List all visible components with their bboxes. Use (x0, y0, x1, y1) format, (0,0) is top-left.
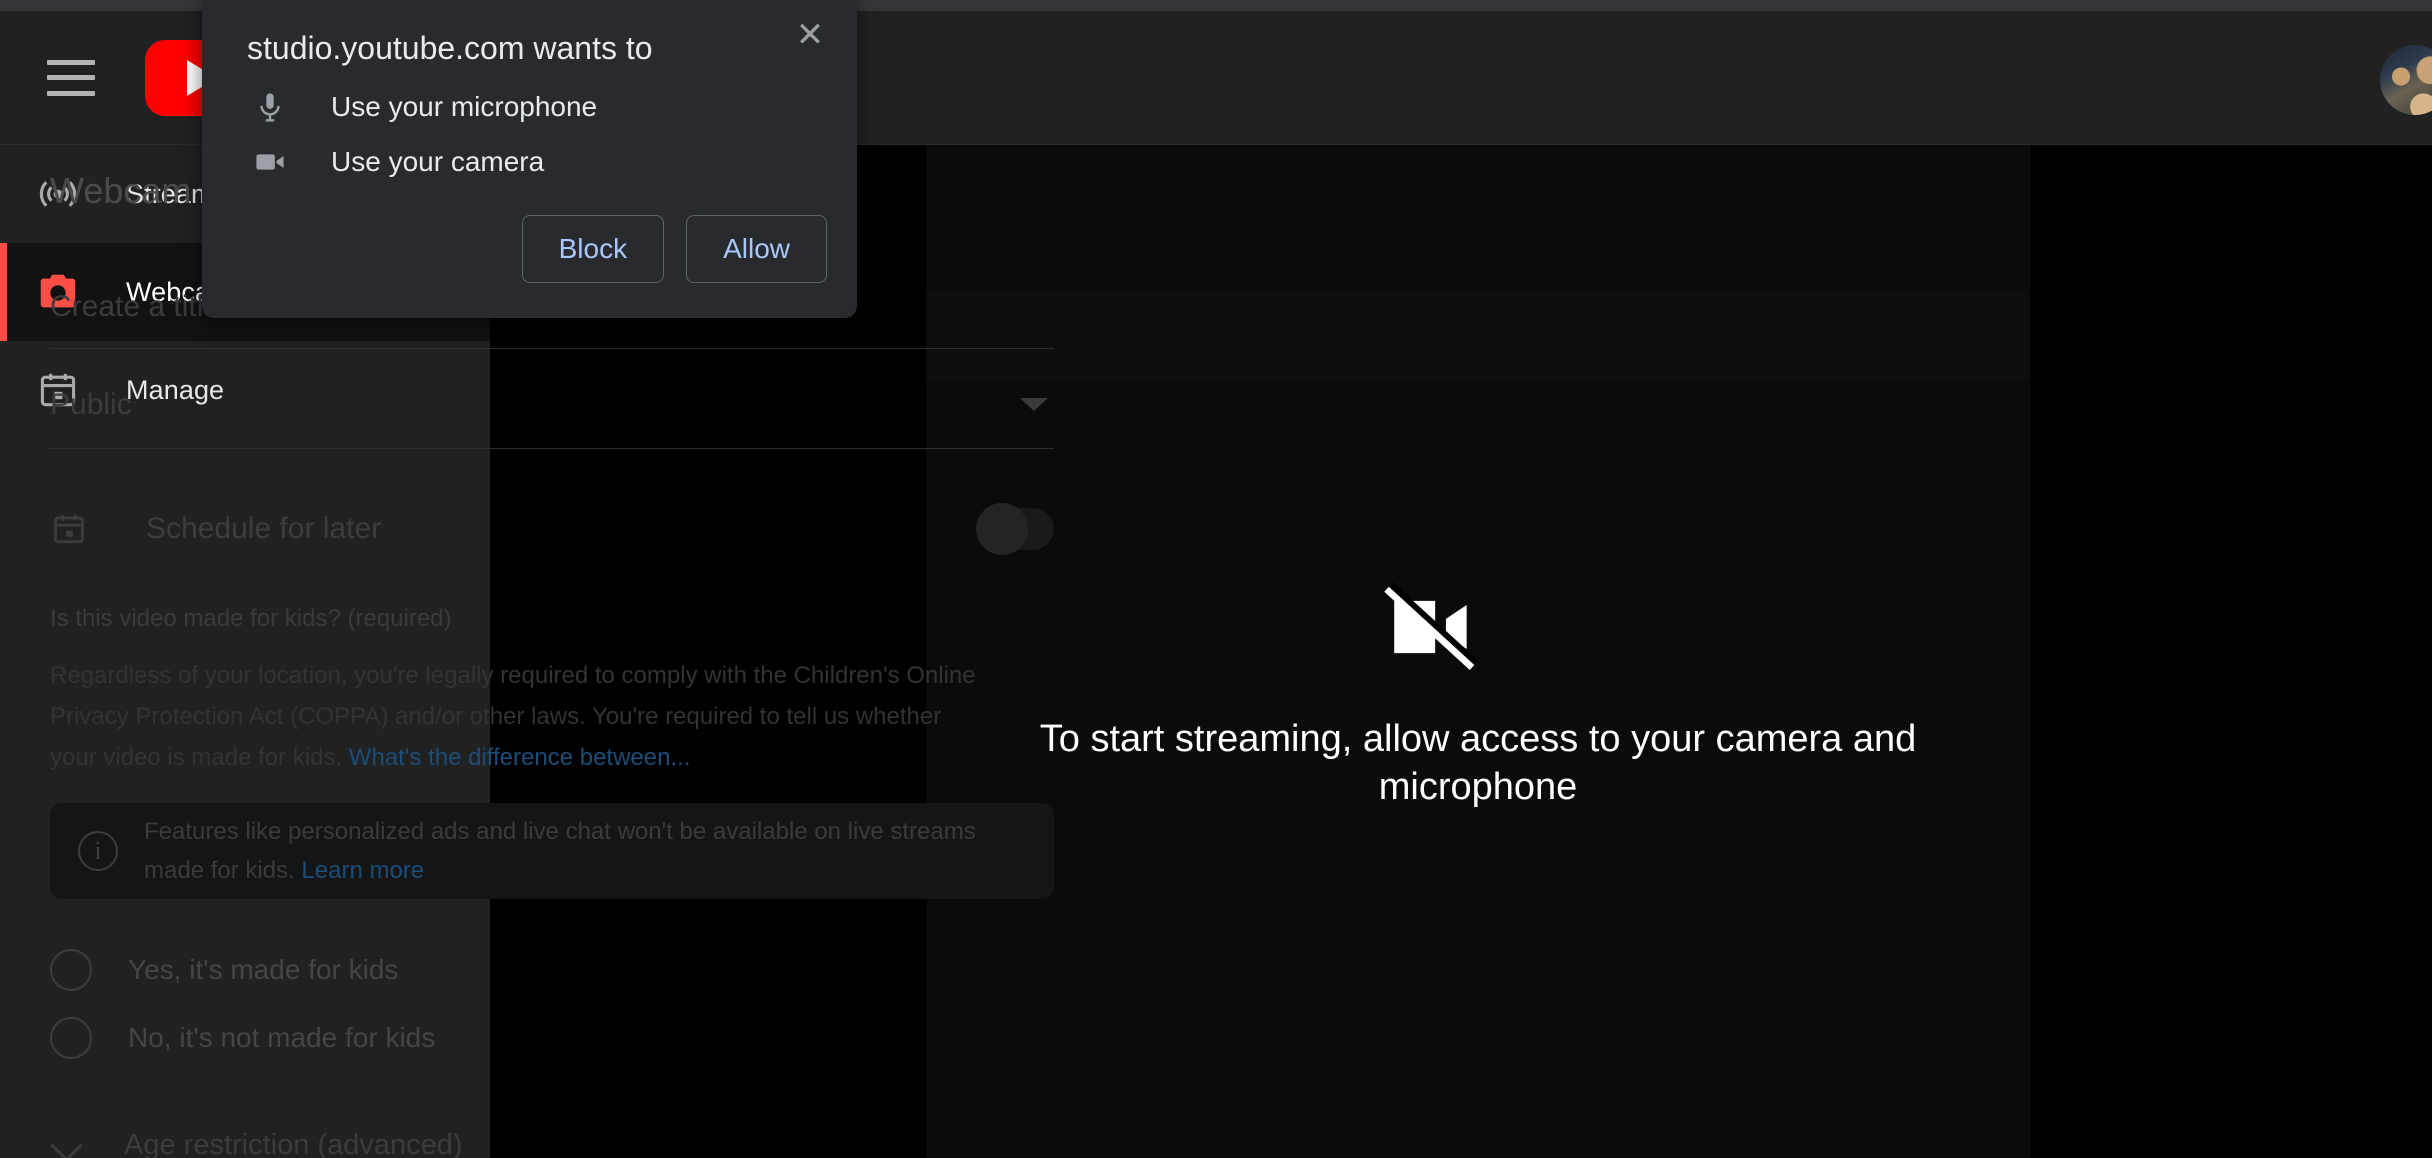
radio-made-for-kids-yes[interactable]: Yes, it's made for kids (50, 940, 950, 1000)
kids-description-line1: Regardless of your location, you're lega… (50, 662, 976, 689)
radio-made-for-kids-no[interactable]: No, it's not made for kids (50, 1008, 950, 1068)
kids-info-text: Features like personalized ads and live … (144, 812, 984, 890)
age-restriction-label: Age restriction (advanced) (124, 1128, 463, 1158)
user-avatar[interactable] (2380, 45, 2432, 115)
close-icon[interactable]: ✕ (788, 13, 832, 57)
permission-item-label: Use your microphone (331, 91, 598, 122)
permission-item-microphone: Use your microphone (247, 90, 597, 124)
radio-label: Yes, it's made for kids (128, 954, 399, 985)
microphone-icon (247, 90, 293, 124)
permission-item-label: Use your camera (331, 146, 545, 177)
kids-difference-link[interactable]: What's the difference between... (349, 744, 691, 771)
visibility-select[interactable]: Public (50, 388, 1054, 449)
app-root: Stream Webcam Manage Webcam Create a tit… (0, 0, 2432, 1158)
permission-dialog-title: studio.youtube.com wants to (247, 30, 653, 66)
hamburger-menu-icon[interactable] (47, 59, 95, 96)
radio-button-icon (50, 949, 92, 991)
calendar-icon (50, 510, 88, 548)
kids-info-body: Features like personalized ads and live … (144, 818, 976, 884)
kids-description-line2: Privacy Protection Act (COPPA) and/or ot… (50, 703, 942, 730)
age-restriction-expander[interactable]: Age restriction (advanced) (50, 1128, 463, 1158)
video-camera-icon (247, 145, 293, 179)
learn-more-link[interactable]: Learn more (301, 857, 424, 884)
kids-description: Regardless of your location, you're lega… (50, 655, 1054, 778)
radio-label: No, it's not made for kids (128, 1022, 436, 1053)
permission-dialog: ✕ studio.youtube.com wants to Use your m… (202, 0, 857, 318)
stream-info-panel (926, 145, 2030, 1158)
permission-dialog-actions: Block Allow (521, 215, 827, 283)
chevron-down-icon (50, 1128, 84, 1158)
block-button[interactable]: Block (521, 215, 665, 283)
permission-item-camera: Use your camera (247, 145, 544, 179)
kids-question-label: Is this video made for kids? (required) (50, 605, 452, 632)
schedule-toggle[interactable] (976, 503, 1054, 555)
active-indicator-bar (0, 243, 7, 341)
toggle-knob (976, 503, 1028, 555)
schedule-label: Schedule for later (146, 512, 382, 545)
kids-description-line3: your video is made for kids. (50, 744, 343, 771)
radio-button-icon (50, 1017, 92, 1059)
schedule-row[interactable]: Schedule for later (50, 490, 1054, 568)
chevron-down-icon (1020, 398, 1048, 411)
kids-info-box: i Features like personalized ads and liv… (50, 803, 1054, 899)
visibility-value: Public (50, 388, 132, 421)
panel-header-bar (926, 290, 2030, 380)
allow-button[interactable]: Allow (686, 215, 827, 283)
info-icon: i (78, 831, 118, 871)
